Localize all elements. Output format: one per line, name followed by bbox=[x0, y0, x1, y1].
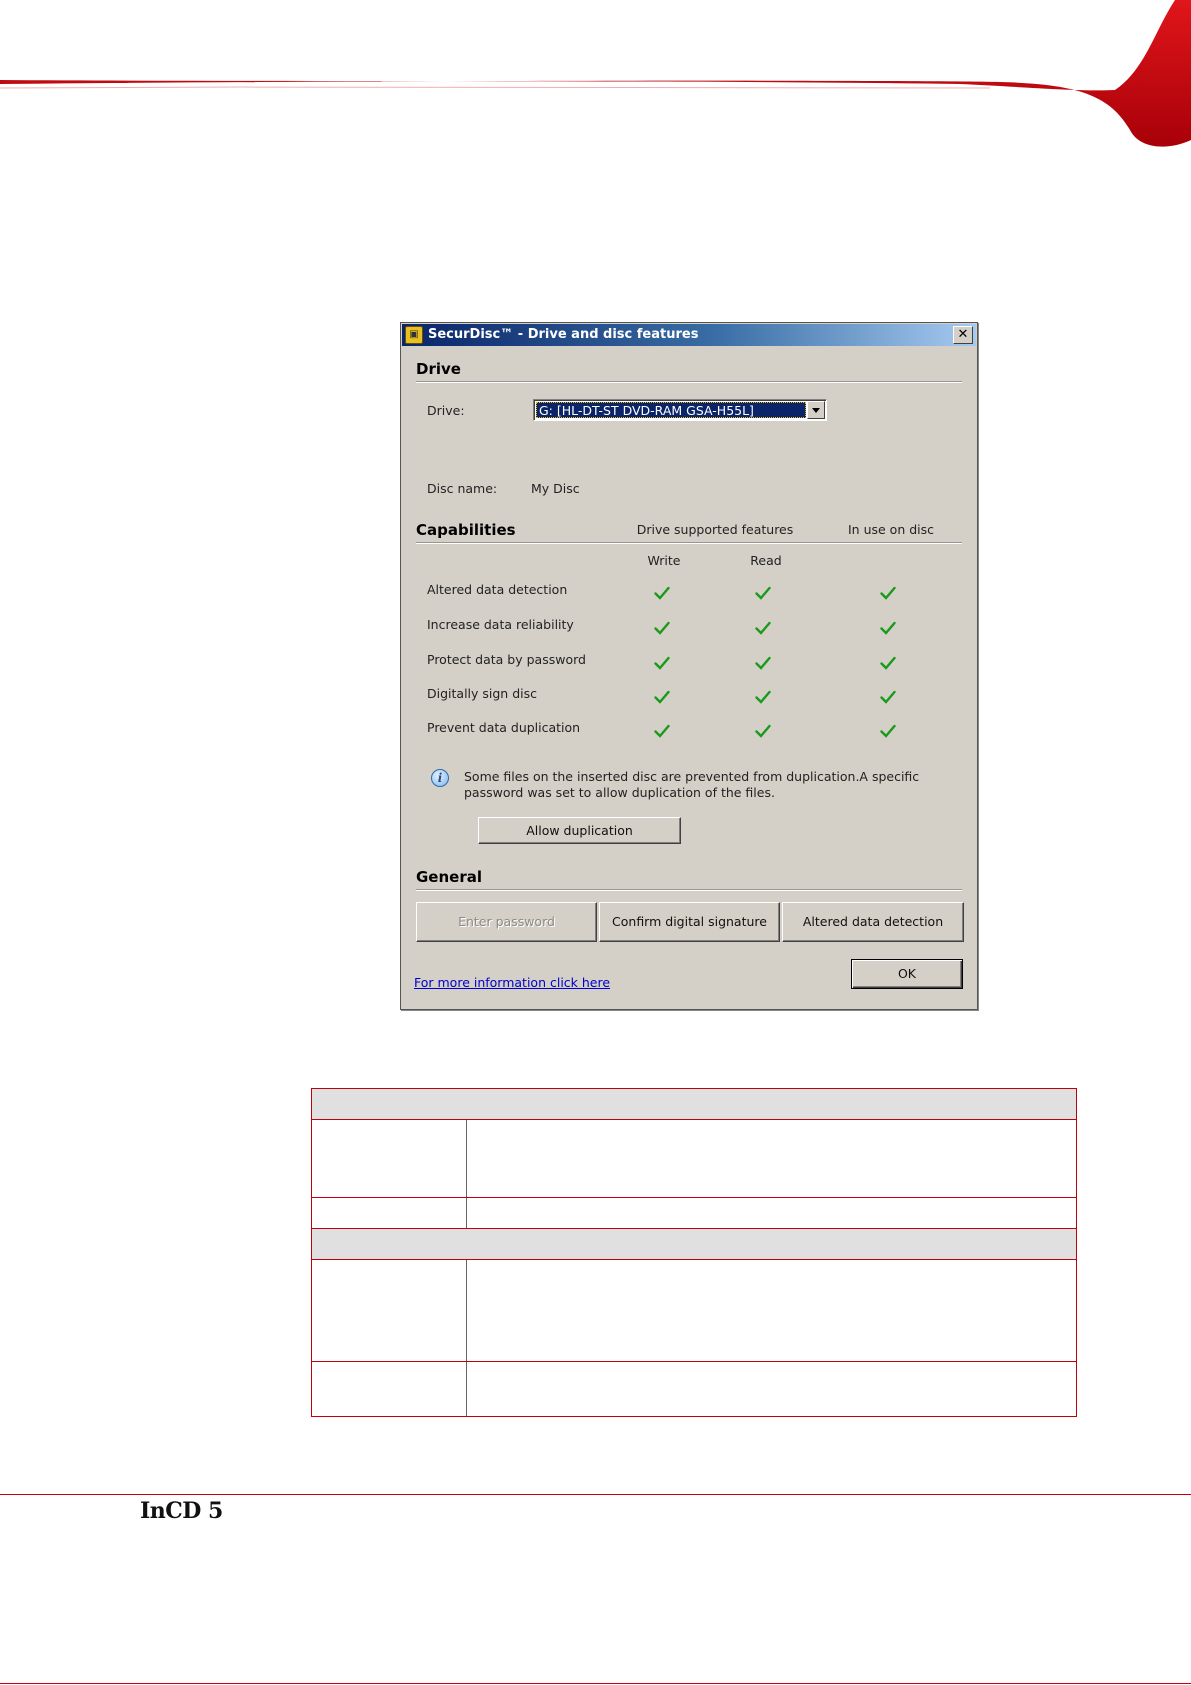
drive-select[interactable]: G: [HL-DT-ST DVD-RAM GSA-H55L] bbox=[533, 399, 827, 421]
bottom-divider bbox=[0, 1683, 1191, 1684]
capabilities-section-heading: Capabilities bbox=[416, 521, 516, 539]
table-cell bbox=[311, 1197, 467, 1229]
allow-duplication-button[interactable]: Allow duplication bbox=[478, 817, 681, 844]
disc-name-value: My Disc bbox=[531, 481, 580, 496]
drive-supported-header: Drive supported features bbox=[636, 522, 794, 537]
disc-name-label: Disc name: bbox=[427, 481, 498, 496]
table-cell bbox=[466, 1119, 1077, 1198]
enter-password-button[interactable]: Enter password bbox=[416, 902, 597, 942]
capability-label: Increase data reliability bbox=[427, 617, 574, 632]
ok-button[interactable]: OK bbox=[851, 959, 963, 989]
footer-brand: InCD 5 bbox=[140, 1498, 223, 1524]
checkmark-icon bbox=[880, 586, 896, 600]
checkmark-icon bbox=[755, 724, 771, 738]
close-button[interactable]: ✕ bbox=[953, 326, 973, 344]
more-info-link[interactable]: For more information click here bbox=[414, 975, 610, 990]
capability-label: Protect data by password bbox=[427, 652, 586, 667]
info-icon: i bbox=[431, 769, 449, 787]
checkmark-icon bbox=[654, 621, 670, 635]
capability-label: Prevent data duplication bbox=[427, 720, 581, 735]
table-cell bbox=[466, 1197, 1077, 1229]
checkmark-icon bbox=[755, 621, 771, 635]
table-row bbox=[311, 1119, 1077, 1198]
header-swoosh bbox=[0, 0, 1191, 147]
checkmark-icon bbox=[880, 656, 896, 670]
table-header-cell bbox=[311, 1228, 1077, 1260]
write-header: Write bbox=[647, 553, 681, 568]
capability-label: Altered data detection bbox=[427, 582, 568, 597]
read-header: Read bbox=[750, 553, 782, 568]
checkmark-icon bbox=[880, 621, 896, 635]
checkmark-icon bbox=[654, 690, 670, 704]
checkmark-icon bbox=[880, 724, 896, 738]
drive-disc-features-dialog: ▣ SecurDisc™ - Drive and disc features ✕… bbox=[400, 322, 978, 1010]
duplication-info-text: Some files on the inserted disc are prev… bbox=[464, 769, 920, 800]
table-cell bbox=[311, 1259, 467, 1362]
drive-label: Drive: bbox=[427, 403, 465, 418]
checkmark-icon bbox=[755, 690, 771, 704]
securdisc-app-icon: ▣ bbox=[405, 326, 423, 344]
footer-divider bbox=[0, 1494, 1191, 1495]
confirm-digital-signature-button[interactable]: Confirm digital signature bbox=[599, 902, 780, 942]
altered-data-detection-button[interactable]: Altered data detection bbox=[782, 902, 964, 942]
in-use-header: In use on disc bbox=[847, 522, 935, 537]
chevron-down-icon[interactable] bbox=[807, 401, 825, 419]
table-row bbox=[311, 1361, 1077, 1417]
table-header-row bbox=[311, 1088, 1077, 1120]
drive-select-value: G: [HL-DT-ST DVD-RAM GSA-H55L] bbox=[536, 402, 806, 418]
table-header-row bbox=[311, 1228, 1077, 1260]
capability-label: Digitally sign disc bbox=[427, 686, 537, 701]
table-row bbox=[311, 1197, 1077, 1229]
table-cell bbox=[466, 1259, 1077, 1362]
capabilities-section-divider bbox=[416, 542, 962, 544]
dialog-titlebar: ▣ SecurDisc™ - Drive and disc features ✕ bbox=[402, 324, 976, 346]
table-cell bbox=[311, 1119, 467, 1198]
checkmark-icon bbox=[755, 656, 771, 670]
table-cell bbox=[466, 1361, 1077, 1417]
checkmark-icon bbox=[654, 586, 670, 600]
table-header-cell bbox=[311, 1088, 1077, 1120]
drive-section-heading: Drive bbox=[416, 360, 461, 378]
checkmark-icon bbox=[654, 656, 670, 670]
drive-section-divider bbox=[416, 381, 962, 383]
table-row bbox=[311, 1259, 1077, 1362]
general-section-divider bbox=[416, 889, 962, 891]
description-table bbox=[311, 1088, 1077, 1417]
checkmark-icon bbox=[654, 724, 670, 738]
dialog-title: SecurDisc™ - Drive and disc features bbox=[428, 327, 699, 342]
general-section-heading: General bbox=[416, 868, 482, 886]
checkmark-icon bbox=[755, 586, 771, 600]
checkmark-icon bbox=[880, 690, 896, 704]
table-cell bbox=[311, 1361, 467, 1417]
